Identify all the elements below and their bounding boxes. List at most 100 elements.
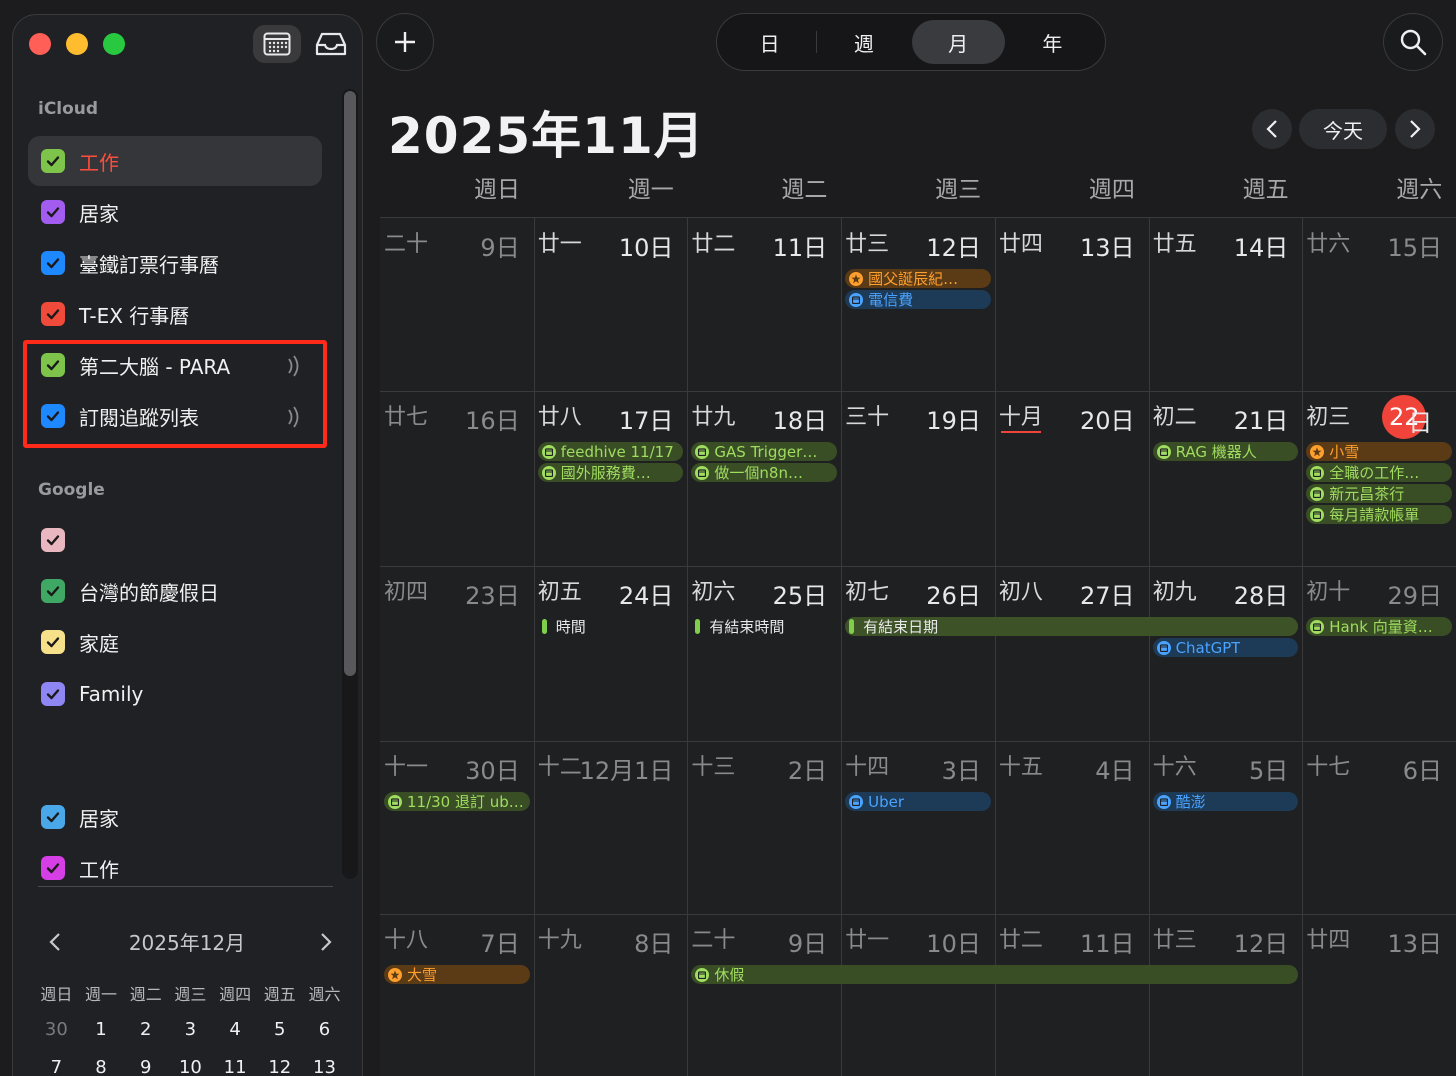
calendar-item[interactable]: 家庭: [28, 617, 322, 667]
calendar-event[interactable]: 大雪: [384, 965, 530, 984]
next-month-button[interactable]: [1395, 109, 1435, 149]
calendar-event[interactable]: Hank 向量資…: [1306, 617, 1452, 636]
view-tab[interactable]: 週: [817, 20, 910, 64]
mini-day[interactable]: 7: [34, 1057, 79, 1076]
day-cell[interactable]: 廿七 16日: [380, 391, 534, 566]
checkbox-icon[interactable]: [41, 200, 65, 224]
mini-day[interactable]: 2: [123, 1019, 168, 1040]
calendar-event[interactable]: 有結束日期: [845, 617, 1299, 636]
day-cell[interactable]: 廿六 15日: [1302, 218, 1456, 391]
calendar-item[interactable]: 工作: [28, 843, 322, 893]
view-tab[interactable]: 月: [911, 20, 1005, 64]
calendar-event[interactable]: 國父誕辰紀…: [845, 269, 991, 288]
calendar-event[interactable]: RAG 機器人: [1152, 442, 1299, 461]
calendar-item[interactable]: [28, 515, 322, 565]
checkbox-icon[interactable]: [41, 251, 65, 275]
calendar-item[interactable]: T-EX 行事曆: [28, 289, 322, 339]
day-cell[interactable]: 廿二 11日: [687, 218, 841, 391]
day-cell[interactable]: 廿二 11日: [995, 914, 1149, 1076]
checkbox-icon[interactable]: [41, 302, 65, 326]
calendar-event[interactable]: 做一個n8n…: [691, 463, 838, 482]
mini-calendar-prev-button[interactable]: [40, 927, 70, 957]
checkbox-icon[interactable]: [41, 149, 65, 173]
checkbox-icon[interactable]: [41, 805, 65, 829]
day-cell[interactable]: 初十 29日: [1302, 566, 1456, 741]
sidebar-scrollbar-thumb[interactable]: [344, 91, 356, 676]
day-cell[interactable]: 十三 2日: [687, 741, 841, 914]
checkbox-icon[interactable]: [41, 630, 65, 654]
day-cell[interactable]: 廿一 10日: [841, 914, 995, 1076]
inbox-button[interactable]: [307, 25, 355, 63]
day-cell[interactable]: 初七 26日: [841, 566, 995, 741]
calendar-item[interactable]: 台灣的節慶假日: [28, 566, 322, 616]
checkbox-icon[interactable]: [41, 682, 65, 706]
calendar-event[interactable]: GAS Trigger…: [691, 442, 838, 461]
calendar-event[interactable]: 酷澎: [1152, 792, 1299, 811]
calendar-event[interactable]: Uber: [845, 792, 991, 811]
day-cell[interactable]: 二十 9日: [380, 218, 534, 391]
calendar-item[interactable]: 居家: [28, 792, 322, 842]
calendar-event[interactable]: 國外服務費…: [537, 463, 684, 482]
day-cell[interactable]: 十八 7日: [380, 914, 534, 1076]
checkbox-icon[interactable]: [41, 579, 65, 603]
window-close-button[interactable]: [29, 33, 51, 55]
calendar-item[interactable]: 工作: [28, 136, 322, 186]
mini-day[interactable]: 10: [168, 1057, 213, 1076]
calendar-list-button[interactable]: [253, 25, 301, 63]
mini-day[interactable]: 4: [213, 1019, 258, 1040]
calendar-item[interactable]: 第二大腦 - PARA: [28, 340, 322, 390]
day-cell[interactable]: 十一 30日: [380, 741, 534, 914]
day-cell[interactable]: 十四 3日: [841, 741, 995, 914]
day-cell[interactable]: 初四 23日: [380, 566, 534, 741]
mini-day[interactable]: 8: [79, 1057, 124, 1076]
day-cell[interactable]: 三十 19日: [841, 391, 995, 566]
mini-day[interactable]: 6: [302, 1019, 347, 1040]
calendar-event[interactable]: 11/30 退訂 ub…: [384, 792, 530, 811]
today-button[interactable]: 今天: [1299, 109, 1387, 149]
calendar-event[interactable]: 全職の工作…: [1306, 463, 1452, 482]
mini-day[interactable]: 30: [34, 1019, 79, 1040]
calendar-event[interactable]: 電信費: [845, 290, 991, 309]
calendar-event[interactable]: 時間: [538, 617, 684, 636]
day-cell[interactable]: 二十 9日: [687, 914, 841, 1076]
day-cell[interactable]: 廿五 14日: [1149, 218, 1303, 391]
day-cell[interactable]: 十月 20日: [995, 391, 1149, 566]
calendar-event[interactable]: 每月請款帳單: [1306, 505, 1452, 524]
window-zoom-button[interactable]: [103, 33, 125, 55]
day-cell[interactable]: 初八 27日: [995, 566, 1149, 741]
calendar-item[interactable]: 訂閱追蹤列表: [28, 391, 322, 441]
calendar-event[interactable]: ChatGPT: [1152, 638, 1299, 657]
mini-day[interactable]: 1: [79, 1019, 124, 1040]
day-cell[interactable]: 十六 5日: [1149, 741, 1303, 914]
mini-day[interactable]: 5: [257, 1019, 302, 1040]
calendar-event[interactable]: 有結束時間: [691, 617, 837, 636]
day-cell[interactable]: 十九 8日: [534, 914, 688, 1076]
mini-day[interactable]: 3: [168, 1019, 213, 1040]
mini-day[interactable]: 11: [213, 1057, 258, 1076]
calendar-item[interactable]: 居家: [28, 187, 322, 237]
mini-calendar-next-button[interactable]: [311, 927, 341, 957]
day-cell[interactable]: 十二 12月1日: [534, 741, 688, 914]
calendar-event[interactable]: 小雪: [1306, 442, 1452, 461]
mini-day[interactable]: 13: [302, 1057, 347, 1076]
sidebar-scrollbar[interactable]: [342, 89, 358, 879]
calendar-event[interactable]: 休假: [691, 965, 1299, 984]
add-event-button[interactable]: [376, 13, 434, 71]
day-cell[interactable]: 廿三 12日: [1149, 914, 1303, 1076]
checkbox-icon[interactable]: [41, 404, 65, 428]
day-cell[interactable]: 初六 25日: [687, 566, 841, 741]
day-cell[interactable]: 初五 24日: [534, 566, 688, 741]
checkbox-icon[interactable]: [41, 856, 65, 880]
view-tab[interactable]: 日: [723, 20, 816, 64]
window-minimize-button[interactable]: [66, 33, 88, 55]
checkbox-icon[interactable]: [41, 353, 65, 377]
calendar-event[interactable]: 新元昌茶行: [1306, 484, 1452, 503]
day-cell[interactable]: 十五 4日: [995, 741, 1149, 914]
calendar-event[interactable]: feedhive 11/17: [537, 442, 684, 461]
day-cell[interactable]: 初二 21日: [1149, 391, 1303, 566]
day-cell[interactable]: 廿四 13日: [995, 218, 1149, 391]
view-tab[interactable]: 年: [1006, 20, 1099, 64]
checkbox-icon[interactable]: [41, 528, 65, 552]
previous-month-button[interactable]: [1252, 109, 1292, 149]
mini-day[interactable]: 9: [123, 1057, 168, 1076]
